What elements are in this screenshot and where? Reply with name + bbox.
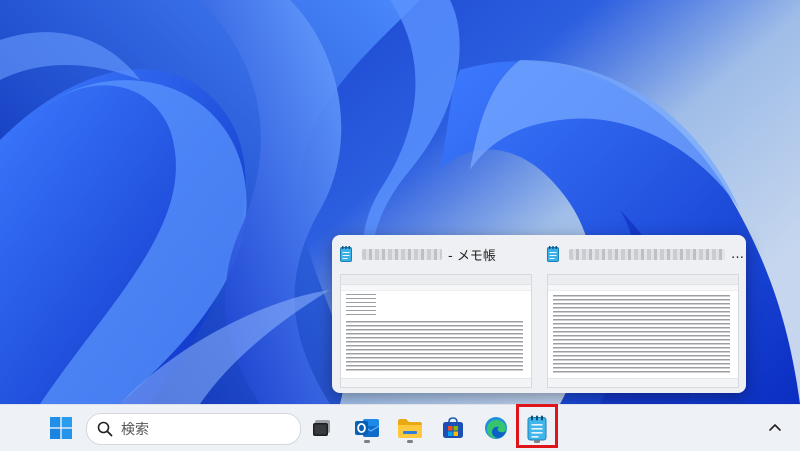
preview-thumbnail — [547, 274, 739, 388]
notepad-icon — [340, 246, 352, 262]
notepad-icon — [547, 246, 559, 262]
task-view-icon — [313, 420, 330, 436]
thumbnail-document-text — [553, 295, 730, 373]
microsoft-store-button[interactable] — [435, 412, 471, 444]
folder-icon — [398, 419, 422, 438]
highlight-annotation-box — [516, 404, 558, 448]
taskbar: 検索 — [0, 404, 800, 451]
outlook-button[interactable] — [349, 412, 385, 444]
notepad-window-preview-1[interactable]: - メモ帳 — [332, 235, 537, 393]
edge-button[interactable] — [478, 412, 514, 444]
start-button[interactable] — [43, 412, 79, 444]
outlook-icon — [355, 419, 380, 437]
blurred-filename — [362, 248, 442, 260]
task-view-button[interactable] — [304, 412, 340, 444]
file-explorer-button[interactable] — [392, 412, 428, 444]
thumbnail-document-text — [346, 321, 523, 373]
search-icon — [97, 421, 113, 437]
blurred-filename — [569, 248, 725, 260]
preview-header: … — [539, 235, 744, 273]
search-placeholder: 検索 — [121, 422, 149, 438]
chevron-up-icon[interactable] — [766, 419, 784, 437]
taskbar-search-box[interactable]: 検索 — [86, 413, 301, 445]
running-indicator — [364, 440, 370, 443]
preview-window-title: - メモ帳 — [448, 248, 496, 264]
store-icon — [443, 417, 463, 438]
taskbar-thumbnail-preview: - メモ帳 … — [332, 235, 746, 393]
running-indicator — [407, 440, 413, 443]
preview-header: - メモ帳 — [332, 235, 537, 273]
windows-logo-icon — [50, 417, 72, 439]
preview-window-title: … — [731, 246, 744, 262]
preview-thumbnail — [340, 274, 532, 388]
edge-icon — [485, 417, 507, 439]
notepad-window-preview-2[interactable]: … — [539, 235, 744, 393]
